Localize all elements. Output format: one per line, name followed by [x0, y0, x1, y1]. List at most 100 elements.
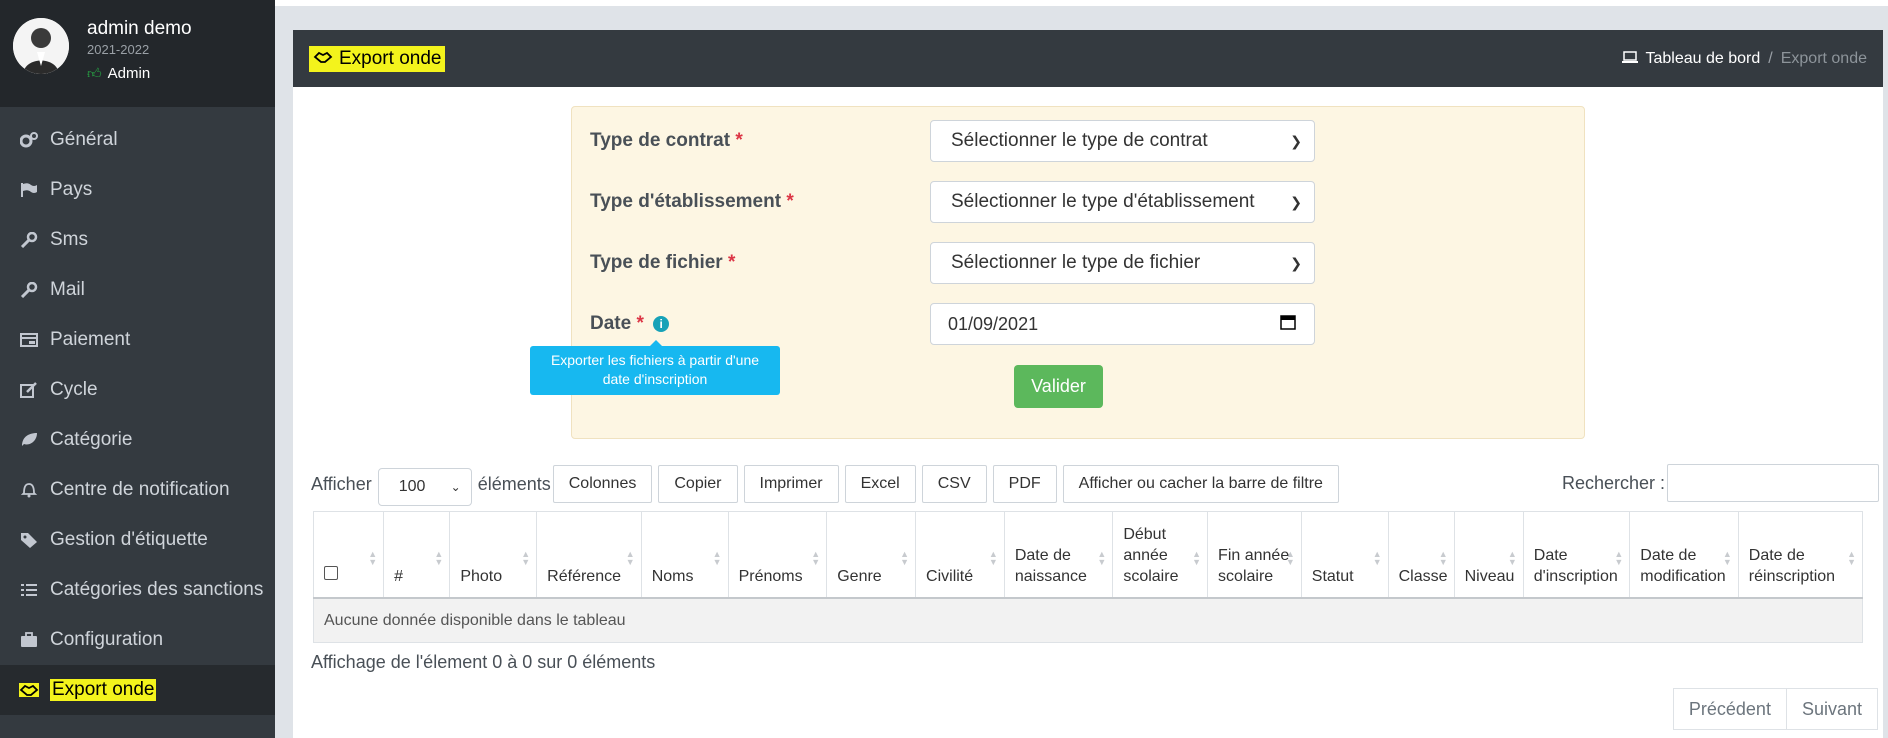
- table-info: Affichage de l'élement 0 à 0 sur 0 éléme…: [311, 652, 656, 672]
- sidebar-item-sms[interactable]: Sms: [0, 215, 275, 265]
- contract-type-select[interactable]: Sélectionner le type de contrat ❯: [930, 120, 1315, 162]
- calendar-icon[interactable]: [1280, 314, 1296, 335]
- sort-icon: ▲ ▼: [1722, 549, 1732, 567]
- csv-button[interactable]: CSV: [921, 465, 987, 503]
- edit-icon: [18, 381, 40, 399]
- column-header[interactable]: Civilité ▲ ▼: [915, 512, 1004, 597]
- avatar[interactable]: [13, 18, 69, 74]
- column-header[interactable]: Noms ▲ ▼: [640, 512, 728, 597]
- contract-label: Type de contrat: [590, 130, 731, 151]
- toggle-filter-bar-button[interactable]: Afficher ou cacher la barre de filtre: [1062, 465, 1339, 503]
- main-card: Export onde Tableau de bord / Export ond…: [293, 30, 1883, 738]
- sidebar-item-sanctions[interactable]: Catégories des sanctions: [0, 565, 275, 615]
- select-all-column[interactable]: ▲ ▼: [313, 512, 383, 597]
- copy-button[interactable]: Copier: [658, 465, 738, 503]
- sort-icon: ▲ ▼: [811, 549, 821, 567]
- column-header[interactable]: Début année scolaire ▲ ▼: [1112, 512, 1207, 597]
- page-title-label: Export onde: [339, 47, 442, 69]
- sort-icon: ▲ ▼: [988, 549, 998, 567]
- column-header[interactable]: Photo ▲ ▼: [449, 512, 536, 597]
- leaf-icon: [18, 431, 40, 449]
- column-header[interactable]: Référence ▲ ▼: [536, 512, 641, 597]
- columns-button[interactable]: Colonnes: [552, 465, 653, 503]
- top-navbar: [275, 0, 1888, 6]
- chevron-down-icon: ⌄: [450, 480, 461, 494]
- date-field[interactable]: 01/09/2021: [930, 303, 1315, 345]
- sort-icon: ▲ ▼: [521, 549, 531, 567]
- required-mark: *: [636, 313, 644, 334]
- sort-icon: ▲ ▼: [1192, 549, 1202, 567]
- column-header[interactable]: Date de réinscription ▲ ▼: [1737, 512, 1863, 597]
- sidebar-item-configuration[interactable]: Configuration: [0, 615, 275, 665]
- sidebar-item-etiquette[interactable]: Gestion d'étiquette: [0, 515, 275, 565]
- handshake-icon: [18, 681, 40, 699]
- sidebar-item-label: Général: [50, 129, 118, 150]
- sidebar-item-label: Catégorie: [50, 429, 133, 450]
- show-label: Afficher: [311, 473, 372, 494]
- date-tooltip: Exporter les fichiers à partir d'une dat…: [530, 340, 780, 395]
- required-mark: *: [727, 252, 736, 273]
- column-header[interactable]: Date de modification ▲ ▼: [1629, 512, 1737, 597]
- column-header[interactable]: Prénoms ▲ ▼: [727, 512, 827, 597]
- sidebar-item-label: Export onde: [50, 679, 157, 701]
- select-all-checkbox[interactable]: [324, 566, 338, 580]
- column-header[interactable]: Classe ▲ ▼: [1387, 512, 1454, 597]
- search-label: Rechercher :: [1561, 472, 1665, 493]
- sort-icon: ▲ ▼: [1847, 549, 1856, 567]
- column-header[interactable]: Fin année scolaire ▲ ▼: [1207, 512, 1301, 597]
- contract-row: Type de contrat * Sélectionner le type d…: [590, 120, 1315, 162]
- chevron-down-icon: ❯: [1290, 193, 1302, 210]
- establishment-type-select[interactable]: Sélectionner le type d'établissement ❯: [930, 181, 1315, 223]
- sidebar-item-label: Configuration: [50, 629, 164, 650]
- sidebar-item-cycle[interactable]: Cycle: [0, 365, 275, 415]
- previous-page-button[interactable]: Précédent: [1672, 688, 1787, 730]
- page-length-value: 100: [398, 478, 426, 495]
- sidebar-item-mail[interactable]: Mail: [0, 265, 275, 315]
- file-type-select[interactable]: Sélectionner le type de fichier ❯: [930, 242, 1315, 284]
- user-name: admin demo: [87, 18, 192, 39]
- empty-table-row: Aucune donnée disponible dans le tableau: [313, 599, 1863, 643]
- file-type-label: Type de fichier: [590, 252, 723, 273]
- sidebar-item-notification[interactable]: Centre de notification: [0, 465, 275, 515]
- submit-button[interactable]: Valider: [1014, 365, 1103, 408]
- user-role[interactable]: 👍︎ Admin: [87, 65, 192, 82]
- sort-icon: ▲ ▼: [1285, 549, 1295, 567]
- column-header[interactable]: Niveau ▲ ▼: [1453, 512, 1523, 597]
- students-table: ▲ ▼ # ▲ ▼ Photo ▲ ▼ Référence ▲ ▼ Noms ▲ ▼ Prénom…: [313, 511, 1863, 643]
- establishment-type-value: Sélectionner le type d'établissement: [951, 191, 1255, 212]
- required-mark: *: [786, 191, 794, 212]
- breadcrumb-home-link[interactable]: Tableau de bord: [1646, 50, 1761, 68]
- user-role-label: Admin: [107, 65, 151, 82]
- sidebar-menu: Général Pays Sms Mail Paiement Cycle Cat…: [0, 115, 275, 715]
- sidebar-item-label: Paiement: [50, 329, 131, 350]
- sidebar-item-general[interactable]: Général: [0, 115, 275, 165]
- sidebar-item-paiement[interactable]: Paiement: [0, 315, 275, 365]
- date-label: Date: [590, 313, 632, 334]
- sidebar-item-export-onde[interactable]: Export onde: [0, 665, 275, 715]
- date-value: 01/09/2021: [948, 313, 1039, 334]
- excel-button[interactable]: Excel: [844, 465, 916, 503]
- next-page-button[interactable]: Suivant: [1786, 688, 1878, 730]
- search-input[interactable]: [1667, 464, 1879, 502]
- column-header[interactable]: Date de naissance ▲ ▼: [1003, 512, 1112, 597]
- chevron-down-icon: ❯: [1290, 132, 1302, 149]
- sort-icon: ▲ ▼: [1614, 549, 1624, 567]
- thumbs-up-icon: 👍︎: [87, 65, 102, 81]
- card-header: Export onde Tableau de bord / Export ond…: [293, 30, 1883, 87]
- pagination: Précédent Suivant: [1672, 688, 1878, 730]
- pdf-button[interactable]: PDF: [992, 465, 1057, 503]
- column-header[interactable]: Date d'inscription ▲ ▼: [1522, 512, 1630, 597]
- sidebar-item-label: Catégories des sanctions: [50, 579, 264, 600]
- print-button[interactable]: Imprimer: [743, 465, 839, 503]
- page-length-select[interactable]: 100 ⌄: [377, 468, 472, 506]
- column-header[interactable]: Statut ▲ ▼: [1300, 512, 1388, 597]
- sidebar: admin demo 2021-2022 👍︎ Admin Général Pa…: [0, 0, 275, 738]
- column-header[interactable]: Genre ▲ ▼: [826, 512, 915, 597]
- column-header[interactable]: # ▲ ▼: [383, 512, 449, 597]
- sort-icon: ▲ ▼: [1097, 549, 1107, 567]
- table-search: Rechercher :: [1562, 464, 1879, 502]
- info-icon[interactable]: i: [653, 315, 670, 332]
- sidebar-item-pays[interactable]: Pays: [0, 165, 275, 215]
- file-type-row: Type de fichier * Sélectionner le type d…: [590, 242, 1315, 284]
- sidebar-item-categorie[interactable]: Catégorie: [0, 415, 275, 465]
